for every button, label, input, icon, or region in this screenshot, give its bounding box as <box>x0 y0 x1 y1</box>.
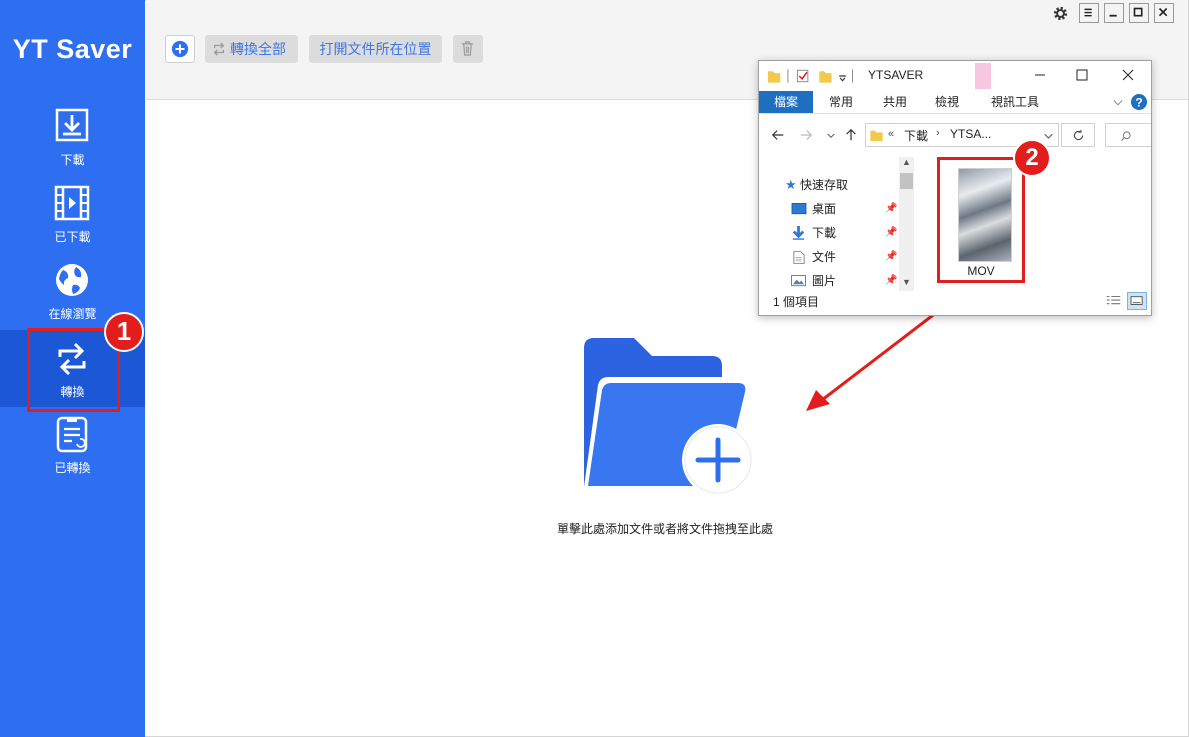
ribbon-tab-home[interactable]: 常用 <box>819 91 863 113</box>
star-icon: ★ <box>785 177 797 192</box>
scroll-up-icon[interactable]: ▲ <box>899 157 914 171</box>
tree-item-downloads[interactable]: 下載 📌 <box>791 223 901 243</box>
sidebar-item-downloaded[interactable]: 已下載 <box>0 184 145 260</box>
explorer-ribbon: 檔案 常用 共用 檢視 視訊工具 ? <box>759 89 1151 114</box>
file-explorer-window: YTSAVER 檔案 常用 共用 檢視 視訊工具 ? « 下載 › YTSA..… <box>758 60 1152 316</box>
download-icon <box>55 108 89 142</box>
explorer-title: YTSAVER <box>868 68 924 82</box>
breadcrumb-separator-icon: › <box>936 127 940 139</box>
chevron-down-icon[interactable] <box>1113 98 1123 108</box>
explorer-address-bar: « 下載 › YTSA... <box>759 114 1151 154</box>
delete-button[interactable] <box>453 35 483 63</box>
convert-all-button[interactable]: 轉換全部 <box>205 35 298 63</box>
minimize-button[interactable] <box>1104 3 1124 23</box>
nav-pane-scrollbar[interactable]: ▲ ▼ <box>899 157 914 291</box>
minimize-icon <box>1109 14 1117 17</box>
up-arrow-icon[interactable] <box>844 128 858 142</box>
breadcrumb-downloads[interactable]: 下載 <box>904 127 928 144</box>
sidebar-item-label: 下載 <box>60 153 85 167</box>
download-arrow-icon <box>792 225 805 240</box>
navigation-pane: ★ 快速存取 桌面 📌 下載 📌 文件 📌 圖片 📌 ▲ ▼ <box>759 155 917 291</box>
film-icon <box>54 185 90 221</box>
pin-icon: 📌 <box>885 275 898 286</box>
add-file-button[interactable] <box>165 35 195 63</box>
ribbon-tab-video-tools[interactable]: 視訊工具 <box>983 91 1047 113</box>
search-icon <box>1121 131 1131 141</box>
ribbon-tab-file[interactable]: 檔案 <box>759 91 813 113</box>
sidebar-item-download[interactable]: 下載 <box>0 107 145 183</box>
menu-icon <box>1084 8 1092 17</box>
step-badge-1: 1 <box>104 312 144 352</box>
maximize-icon[interactable] <box>1075 68 1089 82</box>
open-folder-label: 打開文件所在位置 <box>319 41 432 57</box>
document-icon <box>793 251 805 264</box>
maximize-icon <box>1133 7 1143 17</box>
recent-chevron-icon[interactable] <box>827 132 835 140</box>
convert-all-label: 轉換全部 <box>230 41 286 57</box>
large-icons-view-button[interactable] <box>1127 292 1147 310</box>
details-view-icon[interactable] <box>1105 294 1123 308</box>
address-dropdown-icon[interactable] <box>1044 132 1053 141</box>
status-item-count: 1 個項目 <box>773 295 820 309</box>
app-brand: YT Saver <box>12 34 133 64</box>
tree-item-pictures[interactable]: 圖片 📌 <box>791 271 901 291</box>
breadcrumb-ytsaver[interactable]: YTSA... <box>950 127 991 141</box>
settings-icon[interactable] <box>1052 5 1069 22</box>
close-icon <box>1158 7 1168 17</box>
refresh-icon <box>1073 129 1084 141</box>
close-icon[interactable] <box>1121 68 1135 82</box>
close-button[interactable] <box>1154 3 1174 23</box>
plus-circle-icon <box>171 40 189 58</box>
maximize-button[interactable] <box>1129 3 1149 23</box>
video-tools-indicator <box>975 63 991 89</box>
breadcrumb-prefix: « <box>888 128 895 140</box>
sidebar-item-label: 已下載 <box>54 230 91 244</box>
tree-item-desktop[interactable]: 桌面 📌 <box>791 199 901 219</box>
scroll-down-icon[interactable]: ▼ <box>899 277 914 291</box>
svg-text:?: ? <box>1135 96 1142 110</box>
folder-icon <box>870 130 883 142</box>
large-icons-view-icon <box>1130 296 1143 305</box>
sidebar-item-converted[interactable]: 已轉換 <box>0 415 145 491</box>
explorer-titlebar: YTSAVER <box>759 61 1151 89</box>
menu-button[interactable] <box>1079 3 1099 23</box>
step-badge-2: 2 <box>1013 139 1051 177</box>
globe-icon <box>56 264 88 296</box>
pin-icon: 📌 <box>885 227 898 238</box>
pin-icon: 📌 <box>885 203 898 214</box>
ribbon-tab-share[interactable]: 共用 <box>873 91 917 113</box>
drop-zone[interactable] <box>560 330 770 550</box>
trash-icon <box>461 41 474 56</box>
help-icon[interactable]: ? <box>1131 94 1147 110</box>
open-folder-button[interactable]: 打開文件所在位置 <box>309 35 442 63</box>
tree-item-quick-access[interactable]: ★ 快速存取 <box>785 175 848 195</box>
refresh-button[interactable] <box>1061 123 1095 147</box>
drop-hint[interactable]: 單擊此處添加文件或者將文件拖拽至此處 <box>540 520 790 537</box>
back-arrow-icon[interactable] <box>771 128 785 142</box>
pin-icon: 📌 <box>885 251 898 262</box>
add-folder-icon <box>584 338 754 496</box>
search-input[interactable] <box>1105 123 1151 147</box>
minimize-icon[interactable] <box>1033 68 1047 82</box>
quick-access-toolbar-icon[interactable] <box>767 68 862 84</box>
convert-small-icon <box>213 42 225 56</box>
sidebar-item-label: 已轉換 <box>54 461 91 475</box>
file-item-mov[interactable]: MOV <box>937 157 1025 283</box>
video-thumbnail <box>958 168 1012 262</box>
forward-arrow-icon[interactable] <box>799 128 813 142</box>
ribbon-tab-view[interactable]: 檢視 <box>925 91 969 113</box>
converted-doc-icon <box>56 416 88 453</box>
desktop-icon <box>791 203 807 215</box>
tree-item-documents[interactable]: 文件 📌 <box>791 247 901 267</box>
scroll-thumb[interactable] <box>900 173 913 189</box>
picture-icon <box>791 275 806 287</box>
file-name: MOV <box>967 264 995 278</box>
